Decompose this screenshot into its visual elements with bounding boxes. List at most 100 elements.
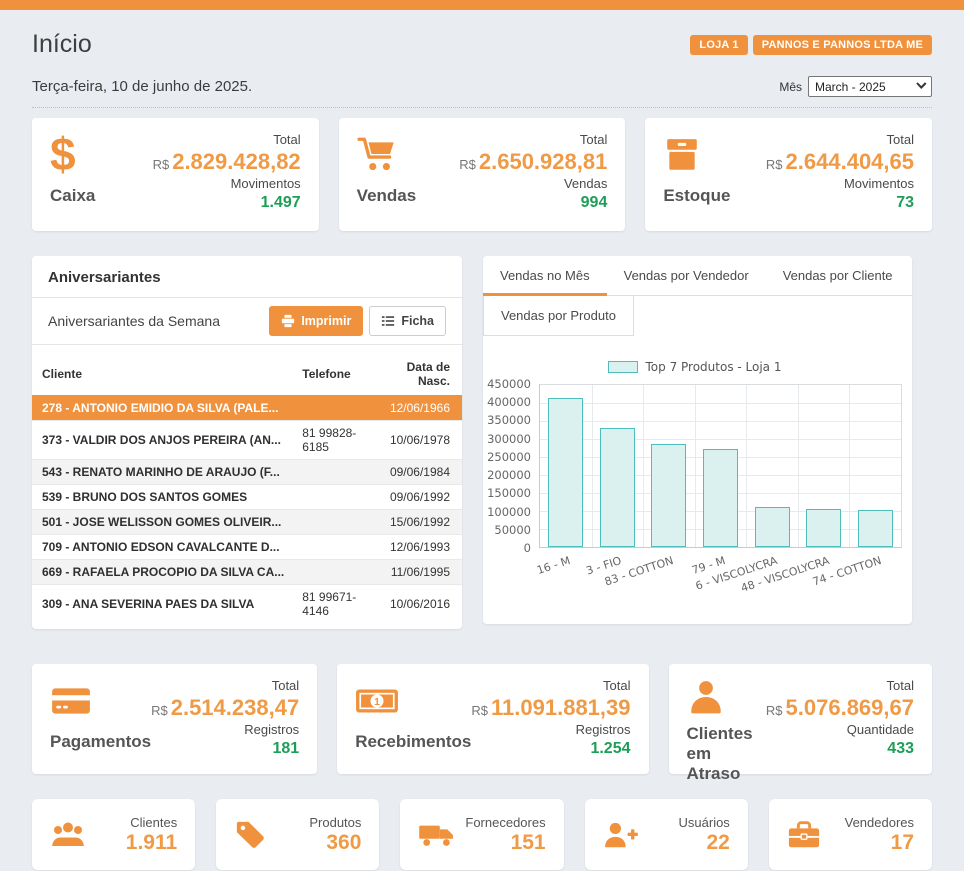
ficha-button[interactable]: Ficha [369, 306, 446, 336]
clientes-atraso-card: Clientes em Atraso Total R$5.076.869,67 … [669, 664, 933, 774]
list-icon [381, 314, 395, 328]
tab-vendas-no-mes[interactable]: Vendas no Mês [483, 256, 607, 295]
legend-label: Top 7 Produtos - Loja 1 [646, 360, 782, 374]
printer-icon [281, 314, 295, 328]
person-icon [687, 678, 766, 716]
birthdays-title: Aniversariantes [32, 256, 462, 298]
y-tick-label: 150000 [487, 486, 531, 500]
total-label: Total [151, 678, 299, 693]
page-title: Início [32, 30, 92, 59]
y-tick-label: 0 [524, 541, 531, 555]
table-row[interactable]: 709 - ANTONIO EDSON CAVALCANTE D... 12/0… [32, 535, 462, 560]
birthdays-table: Cliente Telefone Data de Nasc. 278 - ANT… [32, 355, 462, 623]
count-label: Movimentos [766, 176, 914, 191]
table-row[interactable]: 669 - RAFAELA PROCOPIO DA SILVA CA... 11… [32, 560, 462, 585]
total-label: Total [471, 678, 630, 693]
user-plus-icon [603, 820, 639, 850]
count-value: 1.254 [471, 740, 630, 758]
header-badges: LOJA 1 PANNOS E PANNOS LTDA ME [690, 35, 932, 55]
y-tick-label: 300000 [487, 432, 531, 446]
total-amount: R$2.644.404,65 [766, 150, 914, 173]
v-gridline [643, 385, 644, 547]
count-label: Quantidade [766, 722, 914, 737]
stat-card-title: Pagamentos [50, 732, 151, 752]
vendedores-mini-card: Vendedores 17 [769, 799, 932, 870]
main-row: Aniversariantes Aniversariantes da Seman… [32, 256, 932, 629]
sales-panel: Vendas no Mês Vendas por Vendedor Vendas… [483, 256, 912, 624]
h-gridline [540, 403, 901, 404]
total-label: Total [766, 678, 914, 693]
y-tick-label: 250000 [487, 450, 531, 464]
count-label: Registros [471, 722, 630, 737]
cart-icon [357, 132, 417, 178]
stat-card-title: Caixa [50, 186, 95, 206]
month-picker: Mês March - 2025 [779, 76, 932, 97]
print-button[interactable]: Imprimir [269, 306, 363, 336]
birthdays-panel: Aniversariantes Aniversariantes da Seman… [32, 256, 462, 629]
total-amount: R$2.829.428,82 [153, 150, 301, 173]
count-value: 73 [766, 194, 914, 212]
table-row[interactable]: 309 - ANA SEVERINA PAES DA SILVA 81 9967… [32, 585, 462, 624]
briefcase-icon [787, 820, 821, 850]
table-row[interactable]: 373 - VALDIR DOS ANJOS PEREIRA (AN... 81… [32, 421, 462, 460]
y-tick-label: 50000 [494, 523, 531, 537]
column-header-nascimento: Data de Nasc. [377, 355, 462, 396]
credit-card-icon [50, 678, 151, 724]
count-label: Vendas [459, 176, 607, 191]
y-tick-label: 400000 [487, 395, 531, 409]
estoque-card: Estoque Total R$2.644.404,65 Movimentos … [645, 118, 932, 231]
chart-legend: Top 7 Produtos - Loja 1 [487, 360, 902, 374]
table-row[interactable]: 501 - JOSE WELISSON GOMES OLIVEIR... 15/… [32, 510, 462, 535]
table-row[interactable]: 543 - RENATO MARINHO DE ARAUJO (F... 09/… [32, 460, 462, 485]
count-value: 433 [766, 740, 914, 758]
mini-card-value: 22 [679, 831, 730, 855]
chart-x-labels: 16 - M3 - FIO83 - COTTON79 - M6 - VISCOL… [539, 548, 902, 596]
tab-vendas-por-produto[interactable]: Vendas por Produto [483, 296, 634, 336]
v-gridline [798, 385, 799, 547]
tag-icon [234, 819, 266, 851]
mini-card-label: Usuários [679, 815, 730, 830]
mini-card-value: 17 [845, 831, 914, 855]
y-tick-label: 350000 [487, 413, 531, 427]
month-label: Mês [779, 80, 802, 94]
v-gridline [849, 385, 850, 547]
company-badge[interactable]: PANNOS E PANNOS LTDA ME [753, 35, 932, 55]
x-tick-label: 16 - M [535, 554, 572, 577]
table-row[interactable]: 278 - ANTONIO EMIDIO DA SILVA (PALE... 1… [32, 396, 462, 421]
y-tick-label: 450000 [487, 377, 531, 391]
svg-text:1: 1 [374, 697, 380, 708]
mini-card-value: 1.911 [126, 831, 177, 855]
top-accent-bar [0, 0, 964, 10]
header: Início LOJA 1 PANNOS E PANNOS LTDA ME [32, 30, 932, 59]
stat-card-title: Clientes em Atraso [687, 724, 766, 784]
divider [32, 107, 932, 108]
h-gridline [540, 421, 901, 422]
stat-row-top: $ Caixa Total R$2.829.428,82 Movimentos … [32, 118, 932, 231]
stat-card-title: Vendas [357, 186, 417, 206]
tab-vendas-por-vendedor[interactable]: Vendas por Vendedor [607, 256, 766, 295]
v-gridline [746, 385, 747, 547]
caixa-card: $ Caixa Total R$2.829.428,82 Movimentos … [32, 118, 319, 231]
mini-card-label: Produtos [309, 815, 361, 830]
store-badge[interactable]: LOJA 1 [690, 35, 747, 55]
count-value: 994 [459, 194, 607, 212]
chart-y-axis: 4500004000003500003000002500002000001500… [487, 384, 539, 548]
total-label: Total [766, 132, 914, 147]
tab-vendas-por-cliente[interactable]: Vendas por Cliente [766, 256, 910, 295]
banknote-icon: 1 [355, 678, 471, 724]
mini-row: Clientes 1.911 Produtos 360 Fornecedores… [32, 799, 932, 870]
dollar-icon: $ [50, 132, 95, 178]
chart-plot [539, 384, 902, 548]
v-gridline [695, 385, 696, 547]
v-gridline [592, 385, 593, 547]
produtos-mini-card: Produtos 360 [216, 799, 379, 870]
usuarios-mini-card: Usuários 22 [585, 799, 748, 870]
mini-card-label: Clientes [126, 815, 177, 830]
dashboard-page: Início LOJA 1 PANNOS E PANNOS LTDA ME Te… [0, 30, 964, 870]
total-label: Total [459, 132, 607, 147]
month-select-wrap: March - 2025 [808, 76, 932, 97]
month-select[interactable]: March - 2025 [808, 76, 932, 97]
table-row[interactable]: 539 - BRUNO DOS SANTOS GOMES 09/06/1992 [32, 485, 462, 510]
users-icon [50, 820, 86, 850]
clientes-mini-card: Clientes 1.911 [32, 799, 195, 870]
